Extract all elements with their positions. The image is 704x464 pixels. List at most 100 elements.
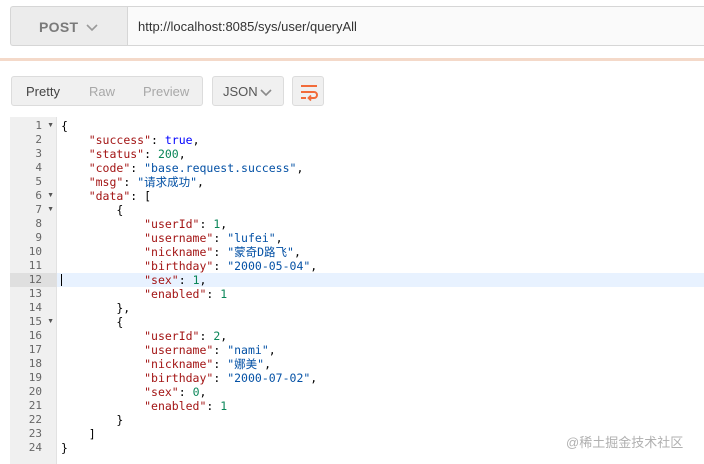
code-line-text: {: [61, 119, 68, 133]
gutter-row: 7 ▼: [10, 203, 57, 217]
fold-arrow-icon[interactable]: ▼: [47, 315, 54, 329]
gutter-row: 9: [10, 231, 57, 245]
gutter-row: 13: [10, 287, 57, 301]
code-line: "enabled": 1: [57, 287, 704, 301]
tab-preview[interactable]: Preview: [143, 84, 189, 99]
gutter-row: 4: [10, 161, 57, 175]
gutter-row: 10: [10, 245, 57, 259]
code-line-text: "nickname": "蒙奇D路飞",: [144, 245, 301, 259]
fold-arrow-icon[interactable]: ▼: [47, 119, 54, 133]
code-line-text: "username": "lufei",: [144, 231, 283, 245]
gutter-row: 16: [10, 329, 57, 343]
chevron-down-icon: [260, 89, 272, 97]
code-area[interactable]: { "success": true, "status": 200, "code"…: [57, 117, 704, 464]
code-line: "success": true,: [57, 133, 704, 147]
line-number: 14: [28, 301, 42, 314]
code-line-text: "enabled": 1: [144, 287, 228, 301]
gutter-row: 8: [10, 217, 57, 231]
code-line: "data": [: [57, 189, 704, 203]
line-number: 2: [35, 133, 42, 146]
code-line: }: [57, 413, 704, 427]
chevron-down-icon: [86, 24, 98, 32]
url-text: http://localhost:8085/sys/user/queryAll: [138, 19, 357, 34]
line-number: 22: [28, 413, 42, 426]
line-number: 24: [28, 441, 42, 454]
gutter-row: 5: [10, 175, 57, 189]
code-line: "enabled": 1: [57, 399, 704, 413]
gutter-row: 24: [10, 441, 57, 455]
code-line: "nickname": "娜美",: [57, 357, 704, 371]
code-line-text: },: [61, 301, 131, 315]
gutter-row: 21: [10, 399, 57, 413]
line-number-gutter: 1 ▼ 2 3 4 5 6 ▼ 7 ▼ 8 9 10 11 12 13 14 15 ▼ 16 17 18 19 20 21 22 2…: [10, 117, 57, 464]
code-line-text: "status": 200,: [88, 147, 186, 161]
line-number: 10: [28, 245, 42, 258]
line-number: 13: [28, 287, 42, 300]
format-label: JSON: [223, 84, 258, 99]
code-line-text: "username": "nami",: [144, 343, 276, 357]
url-input[interactable]: http://localhost:8085/sys/user/queryAll: [127, 6, 704, 46]
method-select[interactable]: POST: [10, 6, 127, 46]
code-line-text: "sex": 1,: [144, 273, 207, 287]
code-line-text: "nickname": "娜美",: [144, 357, 271, 371]
line-number: 7: [35, 203, 42, 216]
code-line: {: [57, 315, 704, 329]
code-line-text: "userId": 1,: [144, 217, 228, 231]
line-number: 17: [28, 343, 42, 356]
code-line-text: "msg": "请求成功",: [88, 175, 204, 189]
tab-pretty[interactable]: Pretty: [26, 84, 60, 99]
code-line-text: "success": true,: [88, 133, 200, 147]
line-number: 3: [35, 147, 42, 160]
line-number: 15: [28, 315, 42, 328]
code-line-text: "data": [: [88, 189, 152, 203]
gutter-row: 18: [10, 357, 57, 371]
wrap-lines-button[interactable]: [292, 76, 324, 106]
line-number: 5: [35, 175, 42, 188]
code-line: {: [57, 203, 704, 217]
line-number: 8: [35, 217, 42, 230]
gutter-row: 11: [10, 259, 57, 273]
watermark: @稀土掘金技术社区: [566, 435, 684, 450]
code-line: },: [57, 301, 704, 315]
gutter-row: 3: [10, 147, 57, 161]
response-body-editor[interactable]: 1 ▼ 2 3 4 5 6 ▼ 7 ▼ 8 9 10 11 12 13 14 15 ▼ 16 17 18 19 20 21 22 2…: [0, 117, 704, 464]
code-line-text: "birthday": "2000-07-02",: [144, 371, 318, 385]
line-number: 20: [28, 385, 42, 398]
code-line-text: "enabled": 1: [144, 399, 228, 413]
code-line-text: }: [61, 441, 68, 455]
code-line-text: ]: [61, 427, 96, 441]
gutter-row: 15 ▼: [10, 315, 57, 329]
method-label: POST: [39, 19, 79, 35]
gutter-row: 12: [10, 273, 57, 287]
gutter-row: 14: [10, 301, 57, 315]
code-line: "birthday": "2000-05-04",: [57, 259, 704, 273]
code-line-text: "code": "base.request.success",: [88, 161, 304, 175]
tab-raw[interactable]: Raw: [89, 84, 115, 99]
line-number: 6: [35, 189, 42, 202]
gutter-row: 1 ▼: [10, 119, 57, 133]
code-line: "userId": 1,: [57, 217, 704, 231]
code-line-text: }: [61, 413, 124, 427]
line-number: 19: [28, 371, 42, 384]
code-line-text: "sex": 0,: [144, 385, 207, 399]
fold-arrow-icon[interactable]: ▼: [47, 203, 54, 217]
gutter-row: 17: [10, 343, 57, 357]
code-line: "birthday": "2000-07-02",: [57, 371, 704, 385]
code-line: "code": "base.request.success",: [57, 161, 704, 175]
line-number: 1: [35, 119, 42, 132]
gutter-row: 23: [10, 427, 57, 441]
line-number: 16: [28, 329, 42, 342]
code-line: "username": "lufei",: [57, 231, 704, 245]
code-line: "status": 200,: [57, 147, 704, 161]
gutter-row: 20: [10, 385, 57, 399]
fold-arrow-icon[interactable]: ▼: [47, 189, 54, 203]
line-number: 23: [28, 427, 42, 440]
line-number: 21: [28, 399, 42, 412]
format-select[interactable]: JSON: [212, 76, 284, 106]
line-number: 18: [28, 357, 42, 370]
request-bar: POST http://localhost:8085/sys/user/quer…: [0, 0, 704, 58]
line-number: 9: [35, 231, 42, 244]
gutter-row: 19: [10, 371, 57, 385]
wrap-lines-icon: [301, 85, 318, 102]
response-toolbar: Pretty Raw Preview JSON: [0, 61, 704, 117]
